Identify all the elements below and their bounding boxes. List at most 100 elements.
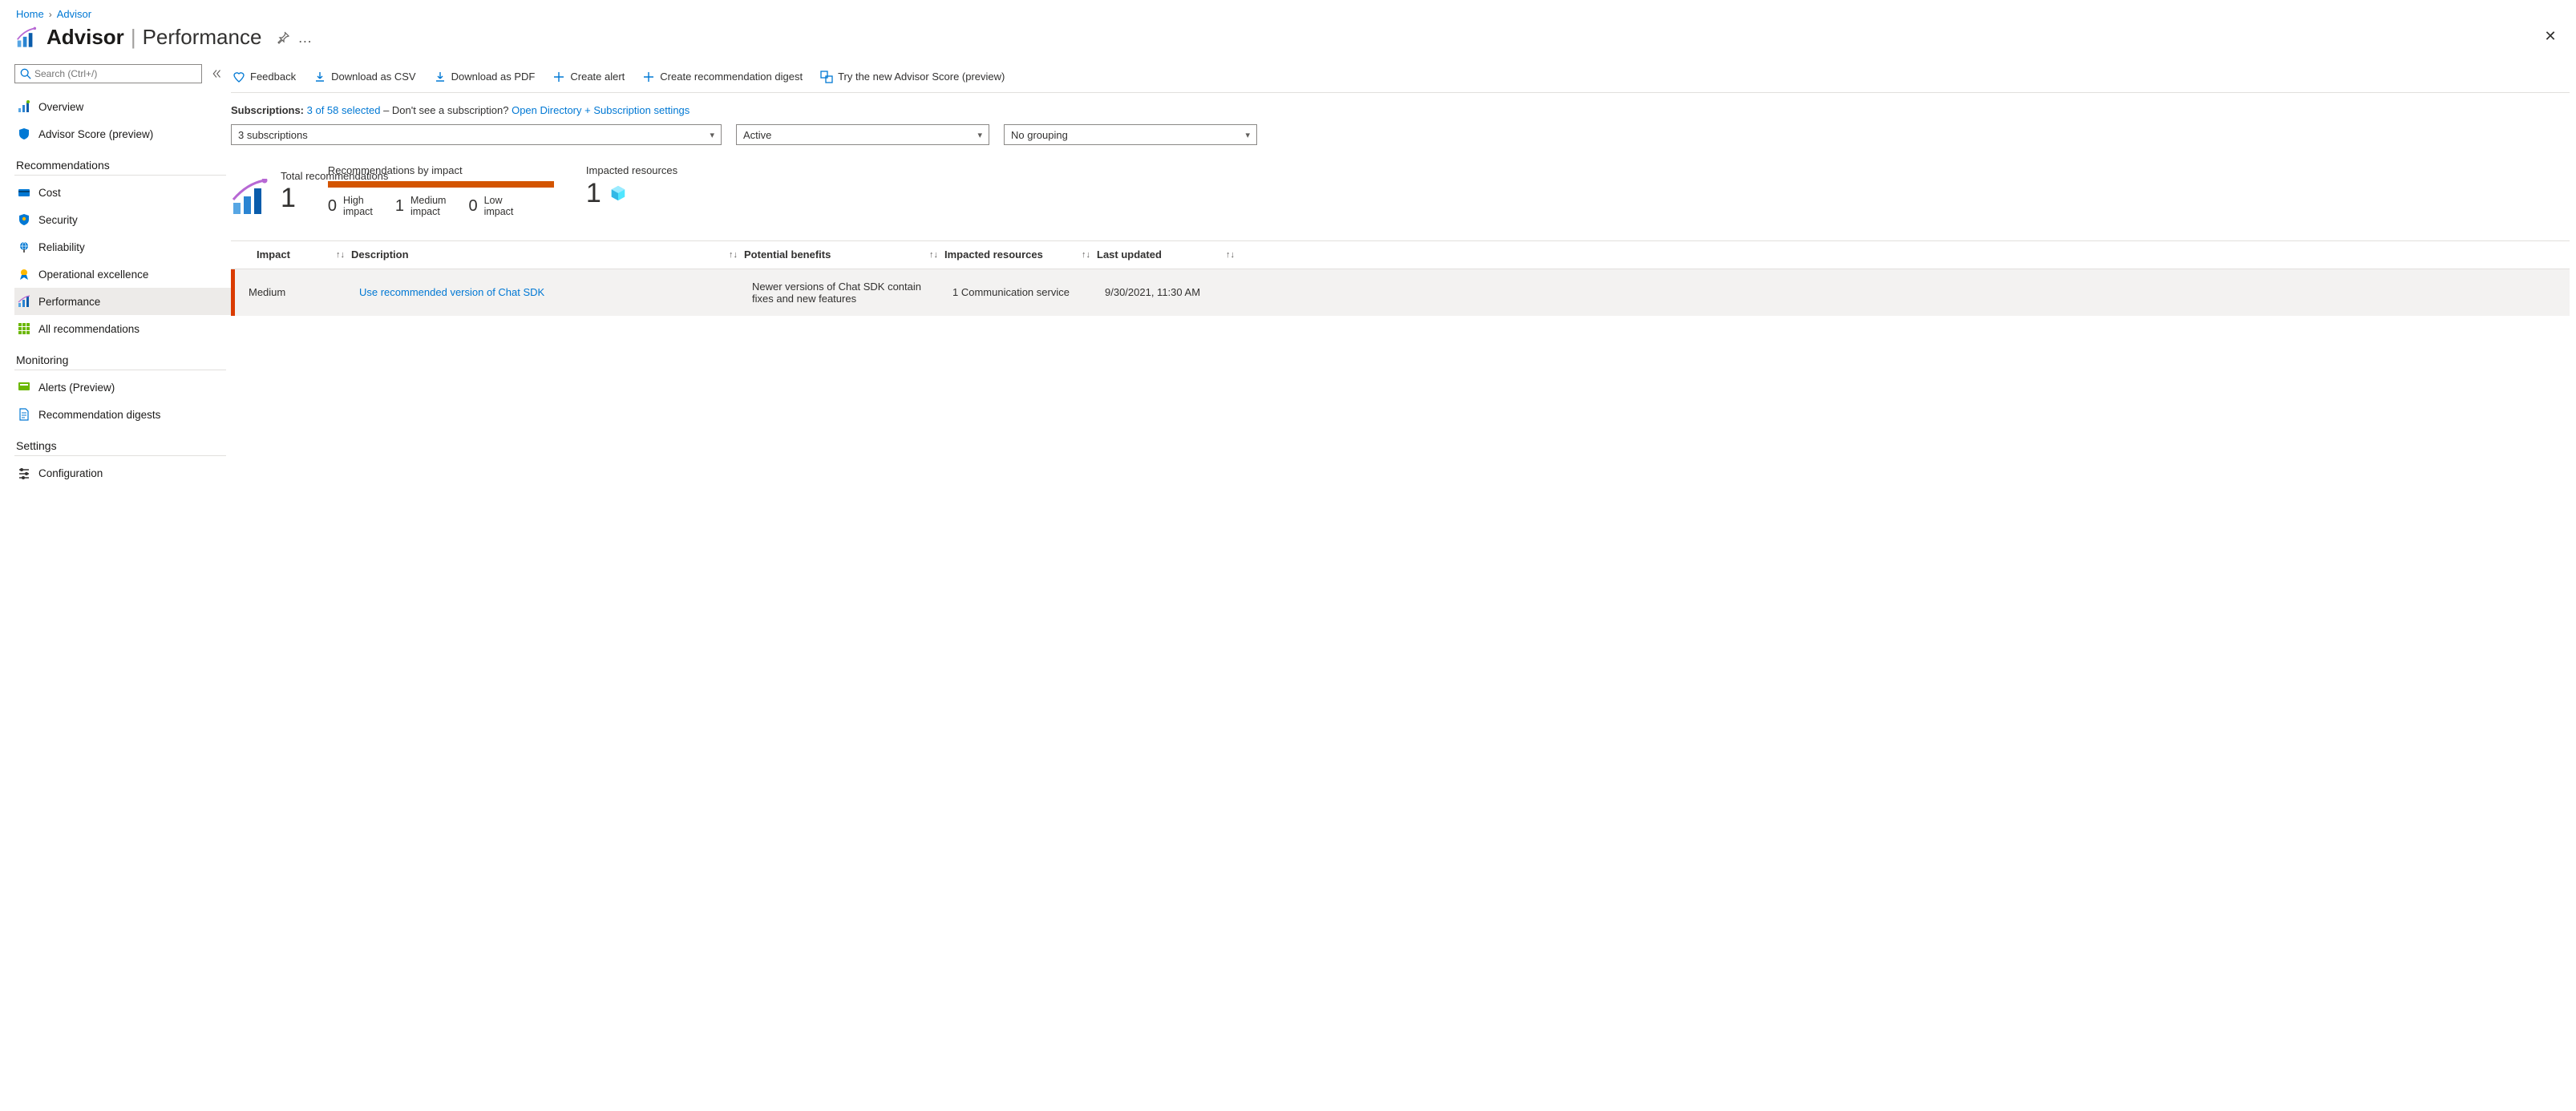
high-impact: 0 Highimpact: [328, 196, 373, 218]
page-title: Advisor | Performance: [47, 25, 261, 50]
sidebar-item-alerts[interactable]: Alerts (Preview): [14, 374, 231, 401]
dropdown-value: No grouping: [1011, 129, 1068, 141]
alerts-icon: [18, 381, 30, 394]
impact-text: High: [343, 195, 364, 206]
sidebar: Overview Advisor Score (preview) Recomme…: [0, 61, 231, 503]
page-title-sep: |: [131, 25, 136, 50]
table-row[interactable]: Medium Use recommended version of Chat S…: [231, 269, 2570, 316]
recommendation-link[interactable]: Use recommended version of Chat SDK: [359, 286, 544, 298]
resource-icon: [609, 184, 627, 202]
sidebar-item-score[interactable]: Advisor Score (preview): [14, 120, 231, 147]
close-button[interactable]: ✕: [2541, 26, 2560, 46]
advisor-icon: [16, 26, 38, 49]
col-header-last-updated[interactable]: Last updated ↑↓: [1097, 241, 1241, 269]
search-icon: [20, 68, 31, 79]
col-header-benefits[interactable]: Potential benefits ↑↓: [744, 241, 944, 269]
col-header-description[interactable]: Description ↑↓: [351, 241, 744, 269]
col-header-label: Impact: [257, 248, 290, 261]
sidebar-item-security[interactable]: Security: [14, 206, 231, 233]
plus-icon: [642, 71, 655, 83]
toolbar-label: Download as CSV: [331, 71, 416, 83]
cell-last-updated: 9/30/2021, 11:30 AM: [1097, 281, 1241, 303]
search-input[interactable]: [34, 68, 196, 79]
sidebar-section-settings: Settings: [16, 439, 231, 452]
sidebar-item-performance[interactable]: Performance: [14, 288, 231, 315]
chevron-down-icon: ▾: [1245, 130, 1250, 140]
subscriptions-dropdown[interactable]: 3 subscriptions ▾: [231, 124, 722, 145]
sidebar-item-label: Performance: [38, 296, 100, 308]
sidebar-item-cost[interactable]: Cost: [14, 179, 231, 206]
dropdown-value: Active: [743, 129, 771, 141]
performance-icon: [18, 295, 30, 308]
summary-region: Total recommendations 1 Recommendations …: [231, 153, 2570, 240]
subscriptions-note: – Don't see a subscription?: [383, 104, 512, 116]
sidebar-item-label: All recommendations: [38, 323, 140, 335]
pin-icon: [277, 31, 289, 44]
col-header-impacted-resources[interactable]: Impacted resources ↑↓: [944, 241, 1097, 269]
try-advisor-score-button[interactable]: Try the new Advisor Score (preview): [820, 71, 1005, 83]
subscriptions-filter-text: Subscriptions: 3 of 58 selected – Don't …: [231, 101, 2565, 124]
chevron-double-left-icon: [212, 69, 221, 79]
grouping-dropdown[interactable]: No grouping ▾: [1004, 124, 1257, 145]
col-header-label: Impacted resources: [944, 248, 1043, 261]
cell-description: Use recommended version of Chat SDK: [351, 281, 744, 303]
subscriptions-label: Subscriptions:: [231, 104, 304, 116]
breadcrumb-home[interactable]: Home: [16, 8, 44, 20]
page-title-row: Advisor | Performance … ✕: [0, 23, 2576, 61]
download-pdf-button[interactable]: Download as PDF: [434, 71, 536, 83]
status-dropdown[interactable]: Active ▾: [736, 124, 989, 145]
sidebar-item-label: Cost: [38, 187, 61, 199]
main-content: Feedback Download as CSV Download as PDF…: [231, 61, 2576, 503]
sidebar-item-label: Configuration: [38, 467, 103, 479]
sidebar-item-label: Operational excellence: [38, 269, 148, 281]
total-recommendations-card: Total recommendations 1: [231, 179, 296, 217]
page-title-main: Advisor: [47, 25, 124, 50]
download-csv-button[interactable]: Download as CSV: [313, 71, 416, 83]
sidebar-item-reliability[interactable]: Reliability: [14, 233, 231, 261]
impact-text: impact: [343, 206, 373, 217]
impact-text: Medium: [410, 195, 446, 206]
cell-impact: Medium: [231, 281, 351, 303]
breadcrumb-advisor[interactable]: Advisor: [57, 8, 91, 20]
chevron-right-icon: ›: [49, 9, 52, 20]
sidebar-section-recommendations: Recommendations: [16, 159, 231, 172]
impacted-resources-label: Impacted resources: [586, 164, 677, 176]
sort-icon: ↑↓: [336, 250, 351, 260]
sliders-icon: [18, 467, 30, 479]
more-button[interactable]: …: [298, 30, 313, 45]
sidebar-item-digests[interactable]: Recommendation digests: [14, 401, 231, 428]
feedback-button[interactable]: Feedback: [233, 71, 296, 83]
toolbar-label: Feedback: [250, 71, 296, 83]
open-subscription-settings-link[interactable]: Open Directory + Subscription settings: [512, 104, 689, 116]
search-input-wrap[interactable]: [14, 64, 202, 83]
score-icon: [820, 71, 833, 83]
sidebar-item-allrecs[interactable]: All recommendations: [14, 315, 231, 342]
high-impact-value: 0: [328, 197, 337, 216]
cell-impacted-resources: 1 Communication service: [944, 281, 1097, 303]
filters-region: Subscriptions: 3 of 58 selected – Don't …: [231, 93, 2570, 153]
total-recommendations-value: 1: [281, 184, 296, 212]
sidebar-item-opex[interactable]: Operational excellence: [14, 261, 231, 288]
page-title-sub: Performance: [143, 25, 262, 50]
toolbar-label: Create recommendation digest: [660, 71, 803, 83]
security-icon: [18, 213, 30, 226]
toolbar-label: Try the new Advisor Score (preview): [838, 71, 1005, 83]
sidebar-item-config[interactable]: Configuration: [14, 459, 231, 487]
create-alert-button[interactable]: Create alert: [552, 71, 625, 83]
subscriptions-link[interactable]: 3 of 58 selected: [307, 104, 381, 116]
col-header-impact[interactable]: Impact ↑↓: [231, 241, 351, 269]
low-impact-value: 0: [468, 197, 477, 216]
pin-button[interactable]: [276, 30, 290, 45]
recommendations-by-impact-card: Recommendations by impact 0 Highimpact 1…: [328, 164, 554, 218]
create-digest-button[interactable]: Create recommendation digest: [642, 71, 803, 83]
heart-icon: [233, 71, 245, 83]
impact-bar: [328, 181, 554, 188]
sidebar-item-overview[interactable]: Overview: [14, 93, 231, 120]
toolbar-label: Download as PDF: [451, 71, 536, 83]
medal-icon: [18, 268, 30, 281]
impacted-resources-value: 1: [586, 180, 601, 207]
sidebar-item-label: Reliability: [38, 241, 85, 253]
collapse-sidebar-button[interactable]: [210, 67, 223, 80]
impact-text: impact: [410, 206, 440, 217]
sort-icon: ↑↓: [929, 250, 944, 260]
